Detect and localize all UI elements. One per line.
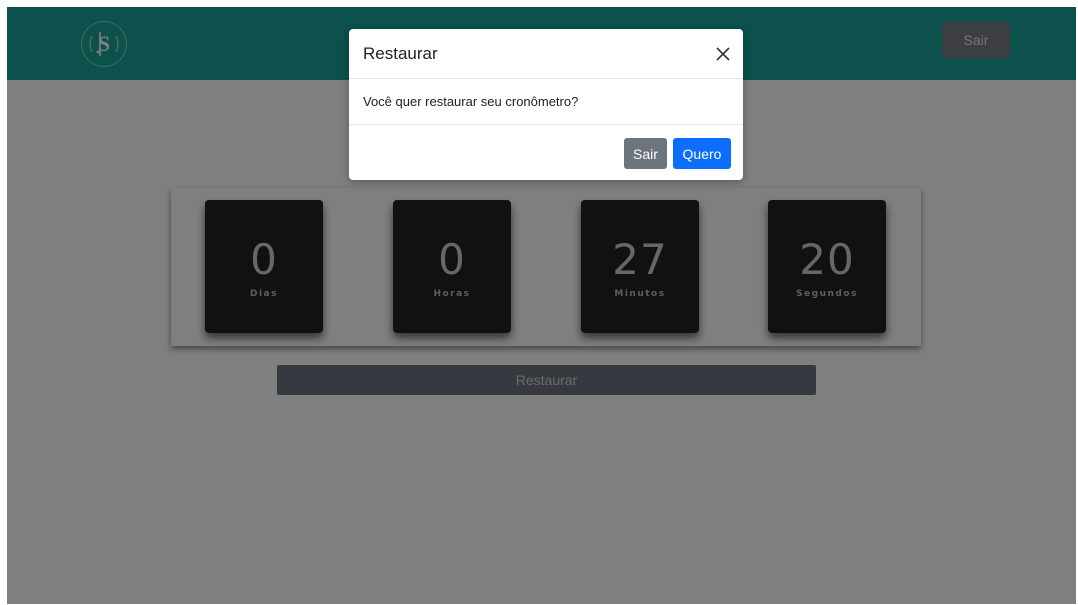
app-screen: S Sair 0 Dias 0 Horas 27 Minutos 20 Segu…: [7, 7, 1076, 604]
modal-header: Restaurar: [349, 29, 743, 79]
modal-confirm-button[interactable]: Quero: [673, 138, 731, 169]
restore-modal: Restaurar Você quer restaurar seu cronôm…: [349, 29, 743, 180]
close-icon[interactable]: [712, 43, 734, 65]
modal-exit-button[interactable]: Sair: [624, 138, 667, 169]
modal-footer: Sair Quero: [349, 124, 743, 180]
modal-title: Restaurar: [363, 44, 438, 63]
modal-message: Você quer restaurar seu cronômetro?: [363, 94, 579, 109]
